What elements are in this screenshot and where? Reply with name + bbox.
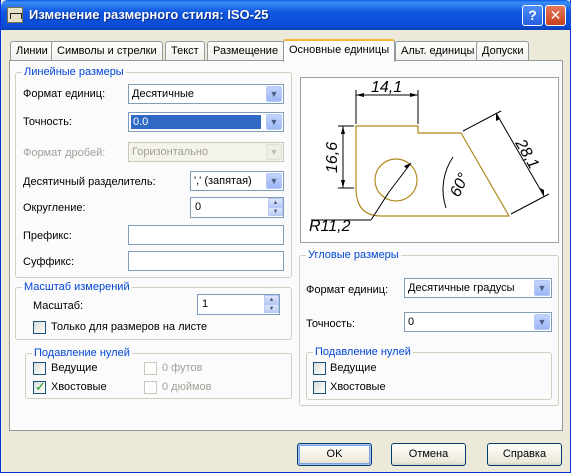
chevron-down-icon: ▼ xyxy=(266,173,282,189)
feet-checkbox xyxy=(144,362,157,375)
leading-zero-checkbox[interactable] xyxy=(33,362,46,375)
tab-alternate-units[interactable]: Альт. единицы xyxy=(395,41,481,61)
cancel-button[interactable]: Отмена xyxy=(391,443,466,466)
help-button[interactable]: Справка xyxy=(487,443,562,466)
angular-precision-label: Точность: xyxy=(306,318,355,330)
dim-left-label: 16,6 xyxy=(324,142,341,173)
suffix-label: Суффикс: xyxy=(23,256,75,268)
angular-trailing-label: Хвостовые xyxy=(330,381,386,393)
chevron-down-icon: ▼ xyxy=(534,280,550,296)
scale-factor-spinner[interactable]: 1 ▲ ▼ xyxy=(197,294,280,315)
trailing-zero-label: Хвостовые xyxy=(51,381,107,393)
precision-select[interactable]: 0.0 ▼ xyxy=(128,112,284,132)
chevron-down-icon: ▼ xyxy=(266,114,282,130)
suffix-input[interactable] xyxy=(128,251,284,271)
spin-up-icon[interactable]: ▲ xyxy=(268,198,283,207)
tab-primary-units[interactable]: Основные единицы xyxy=(283,39,396,62)
part-outline xyxy=(355,125,511,217)
decimal-separator-select[interactable]: ',' (запятая) ▼ xyxy=(190,171,284,191)
app-icon xyxy=(7,7,23,23)
dim-top-label: 14,1 xyxy=(371,79,402,96)
round-off-spinner[interactable]: 0 ▲ ▼ xyxy=(190,197,284,218)
layout-only-label: Только для размеров на листе xyxy=(51,321,208,333)
close-icon[interactable]: ✕ xyxy=(545,5,566,26)
feet-label: 0 футов xyxy=(162,362,203,374)
layout-only-checkbox[interactable] xyxy=(33,321,46,334)
angular-unit-format-select[interactable]: Десятичные градусы ▼ xyxy=(404,278,552,298)
tab-fit[interactable]: Размещение xyxy=(207,41,285,61)
precision-label: Точность: xyxy=(23,116,72,128)
scale-factor-label: Масштаб: xyxy=(33,300,84,312)
window-title: Изменение размерного стиля: ISO-25 xyxy=(29,7,269,22)
chevron-down-icon: ▼ xyxy=(266,144,282,160)
ok-button[interactable]: OK xyxy=(297,443,372,466)
trailing-zero-checkbox[interactable] xyxy=(33,379,46,395)
spin-up-icon[interactable]: ▲ xyxy=(264,295,279,304)
tab-lines[interactable]: Линии xyxy=(10,41,54,61)
round-off-label: Округление: xyxy=(23,202,86,214)
angular-leading-label: Ведущие xyxy=(330,362,377,374)
tab-tolerances[interactable]: Допуски xyxy=(476,41,530,61)
spin-down-icon[interactable]: ▼ xyxy=(264,304,279,313)
prefix-label: Префикс: xyxy=(23,230,72,242)
inches-label: 0 дюймов xyxy=(162,381,212,393)
help-icon[interactable]: ? xyxy=(522,5,543,26)
hole-circle xyxy=(374,158,418,202)
chevron-down-icon: ▼ xyxy=(534,314,550,330)
zero-suppression-angular-legend: Подавление нулей xyxy=(313,346,413,358)
preview-drawing: 14,1 16,6 28,1 60° R11,2 xyxy=(309,79,550,235)
unit-format-label: Формат единиц: xyxy=(23,88,106,100)
angular-dimensions-legend: Угловые размеры xyxy=(306,249,401,261)
angle-label: 60° xyxy=(447,170,473,200)
measurement-scale-legend: Масштаб измерений xyxy=(22,281,132,293)
dialog-window: Изменение размерного стиля: ISO-25 ? ✕ Л… xyxy=(0,0,571,473)
zero-suppression-linear-legend: Подавление нулей xyxy=(32,347,132,359)
tab-symbols-arrows[interactable]: Символы и стрелки xyxy=(51,41,163,61)
spin-down-icon[interactable]: ▼ xyxy=(268,207,283,216)
radius-label: R11,2 xyxy=(309,218,351,235)
dim-diag-label: 28,1 xyxy=(511,136,542,172)
fraction-format-select: Горизонтально ▼ xyxy=(128,142,284,162)
fraction-format-label: Формат дробей: xyxy=(23,147,106,159)
inches-checkbox xyxy=(144,381,157,394)
chevron-down-icon: ▼ xyxy=(266,86,282,102)
linear-dimensions-legend: Линейные размеры xyxy=(22,66,126,78)
title-bar[interactable]: Изменение размерного стиля: ISO-25 ? ✕ xyxy=(1,0,571,30)
angular-precision-select[interactable]: 0 ▼ xyxy=(404,312,552,332)
tab-text[interactable]: Текст xyxy=(165,41,205,61)
unit-format-select[interactable]: Десятичные ▼ xyxy=(128,84,284,104)
prefix-input[interactable] xyxy=(128,225,284,245)
decimal-separator-label: Десятичный разделитель: xyxy=(23,176,156,188)
leading-zero-label: Ведущие xyxy=(51,362,98,374)
angular-unit-format-label: Формат единиц: xyxy=(306,284,389,296)
angular-leading-checkbox[interactable] xyxy=(313,362,326,375)
angular-trailing-checkbox[interactable] xyxy=(313,381,326,394)
dimension-preview: 14,1 16,6 28,1 60° R11,2 xyxy=(300,77,559,243)
